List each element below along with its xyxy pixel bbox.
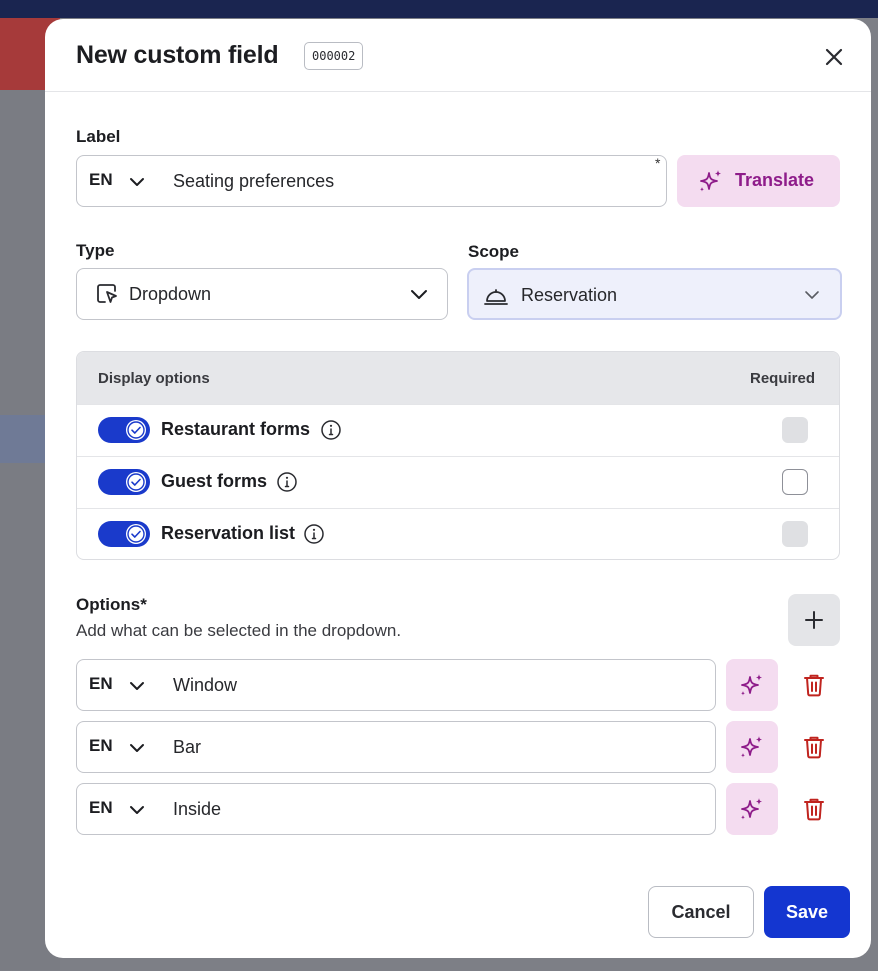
language-selector[interactable]: EN (89, 170, 113, 190)
trash-icon[interactable] (800, 733, 828, 761)
save-button[interactable]: Save (764, 886, 850, 938)
background-top-bar (0, 0, 878, 18)
required-column-header: Required (750, 370, 816, 387)
chevron-down-icon (805, 291, 819, 299)
cancel-button[interactable]: Cancel (648, 886, 754, 938)
translate-option-button[interactable] (726, 721, 778, 773)
trash-icon[interactable] (800, 795, 828, 823)
reservation-list-toggle[interactable] (98, 521, 150, 547)
display-options-header: Display options Required (77, 352, 839, 404)
chevron-down-icon (411, 290, 427, 299)
option-value: Window (173, 675, 238, 695)
restaurant-forms-toggle[interactable] (98, 417, 150, 443)
option-value: Inside (173, 799, 222, 819)
display-options-title: Display options (98, 370, 210, 387)
guest-forms-toggle[interactable] (98, 469, 150, 495)
dropdown-type-icon (97, 284, 117, 303)
chevron-down-icon (130, 178, 144, 186)
sparkles-icon (741, 736, 762, 758)
label-input[interactable]: EN Seating preferences (76, 155, 667, 207)
guest-forms-required-checkbox[interactable] (782, 469, 808, 495)
option-value: Bar (173, 737, 202, 757)
chevron-down-icon (130, 682, 144, 690)
close-button[interactable] (820, 43, 848, 71)
sparkles-icon (741, 798, 762, 820)
translate-button[interactable]: Translate (677, 155, 840, 207)
options-title: Options* (76, 595, 147, 614)
language-selector[interactable]: EN (89, 736, 113, 756)
sparkles-icon (700, 170, 721, 192)
type-select[interactable]: Dropdown (76, 268, 448, 320)
required-asterisk: * (655, 155, 661, 171)
check-icon (127, 473, 145, 491)
language-selector[interactable]: EN (89, 798, 113, 818)
chevron-down-icon (130, 744, 144, 752)
display-option-row: Reservation list (77, 508, 839, 559)
option-input-window[interactable]: EN Window (76, 659, 716, 711)
chevron-down-icon (130, 806, 144, 814)
check-icon (127, 525, 145, 543)
reservation-list-label: Reservation list (161, 523, 296, 543)
dialog-title: New custom field (76, 41, 279, 69)
option-input-inside[interactable]: EN Inside (76, 783, 716, 835)
restaurant-forms-required-checkbox[interactable] (782, 417, 808, 443)
check-icon (127, 421, 145, 439)
language-selector[interactable]: EN (89, 674, 113, 694)
option-input-bar[interactable]: EN Bar (76, 721, 716, 773)
add-option-button[interactable] (788, 594, 840, 646)
info-icon[interactable] (276, 471, 298, 493)
scope-select-value: Reservation (521, 285, 618, 305)
toggle-knob (126, 420, 146, 440)
translate-option-button[interactable] (726, 659, 778, 711)
plus-icon (805, 611, 823, 629)
toggle-knob (126, 524, 146, 544)
label-input-value: Seating preferences (173, 171, 335, 191)
translate-option-button[interactable] (726, 783, 778, 835)
type-field-label: Type (76, 241, 115, 260)
label-field-label: Label (76, 127, 121, 146)
cloche-icon (484, 289, 508, 305)
close-icon (825, 48, 843, 66)
custom-field-dialog: New custom field 000002 Label EN Seating… (45, 19, 871, 958)
display-option-row: Restaurant forms (77, 404, 839, 456)
scope-select[interactable]: Reservation (467, 268, 842, 320)
scope-field-label: Scope (468, 242, 520, 261)
translate-label: Translate (735, 170, 815, 190)
info-icon[interactable] (303, 523, 325, 545)
display-options-table: Display options Required Restaurant form… (76, 351, 840, 560)
display-option-row: Guest forms (77, 456, 839, 508)
options-description: Add what can be selected in the dropdown… (76, 621, 402, 640)
info-icon[interactable] (320, 419, 342, 441)
guest-forms-label: Guest forms (161, 471, 268, 491)
field-id-badge: 000002 (304, 42, 364, 70)
type-select-value: Dropdown (129, 284, 212, 304)
dialog-header: New custom field 000002 (45, 19, 871, 92)
sparkles-icon (741, 674, 762, 696)
trash-icon[interactable] (800, 671, 828, 699)
toggle-knob (126, 472, 146, 492)
reservation-list-required-checkbox[interactable] (782, 521, 808, 547)
restaurant-forms-label: Restaurant forms (161, 419, 311, 439)
